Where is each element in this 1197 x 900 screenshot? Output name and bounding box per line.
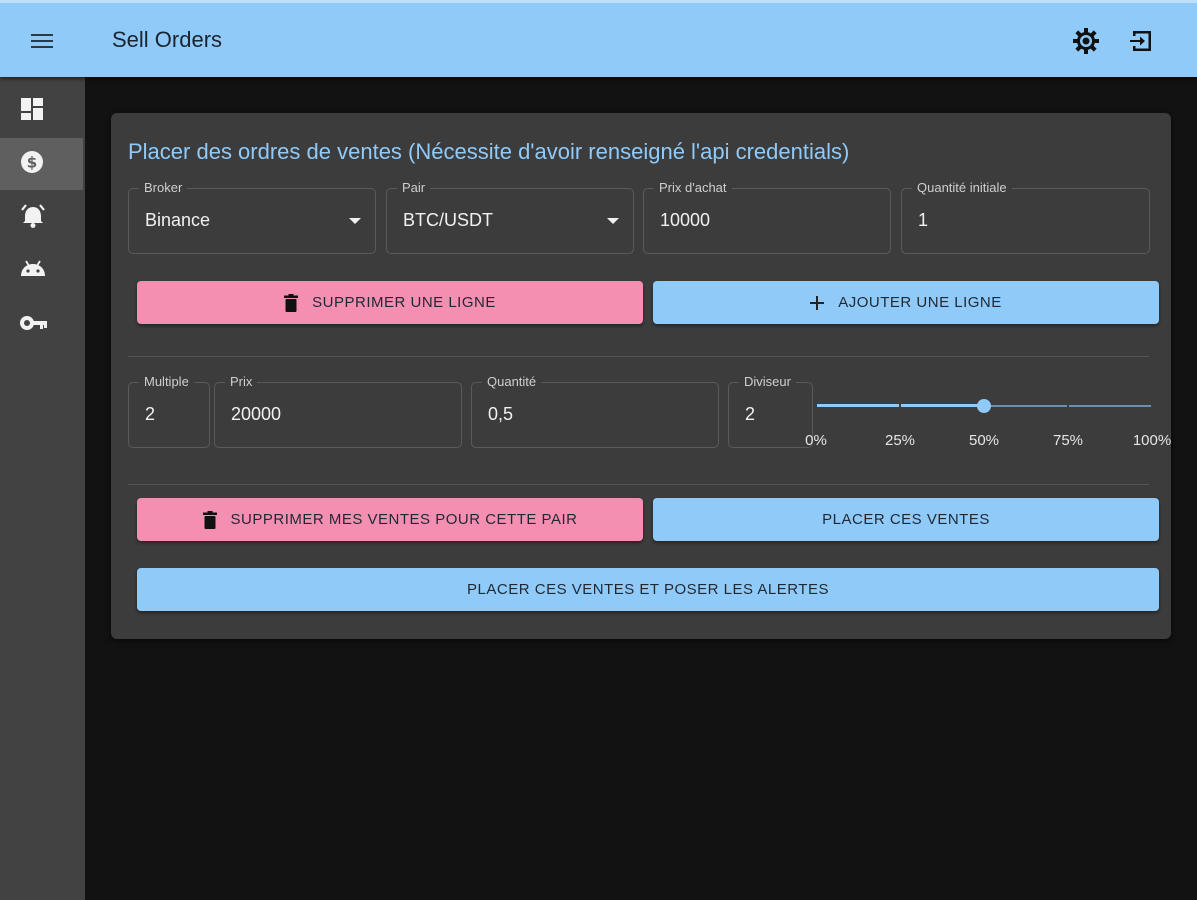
sidebar-item-api-keys[interactable] xyxy=(0,299,83,351)
broker-value: Binance xyxy=(145,210,211,230)
delete-sales-label: SUPPRIMER MES VENTES POUR CETTE PAIR xyxy=(230,511,578,528)
pair-label: Pair xyxy=(397,180,431,195)
price-label: Prix xyxy=(225,374,258,389)
initial-quantity-value: 1 xyxy=(918,210,929,230)
quantity-value: 0,5 xyxy=(488,404,514,424)
slider-mark-label: 0% xyxy=(805,432,827,449)
slider-thumb[interactable] xyxy=(977,399,991,413)
dashboard-icon xyxy=(19,96,45,127)
place-sales-button[interactable]: PLACER CES VENTES xyxy=(653,498,1159,541)
delete-row-label: SUPPRIMER UNE LIGNE xyxy=(312,294,496,311)
gear-icon xyxy=(1072,27,1100,60)
place-sales-and-alerts-button[interactable]: PLACER CES VENTES ET POSER LES ALERTES xyxy=(137,568,1159,611)
sell-orders-card: Placer des ordres de ventes (Nécessite d… xyxy=(111,113,1171,639)
slider-mark-label: 25% xyxy=(884,432,916,449)
menu-button[interactable] xyxy=(22,25,62,61)
trash-icon xyxy=(284,293,299,312)
chevron-down-icon xyxy=(607,218,619,224)
divider xyxy=(128,356,1149,357)
logout-button[interactable] xyxy=(1124,25,1160,61)
trash-icon xyxy=(202,510,217,529)
quantity-input[interactable]: Quantité 0,5 xyxy=(471,374,719,448)
sidebar-item-dashboard[interactable] xyxy=(0,85,83,137)
sidebar-item-alerts[interactable] xyxy=(0,192,83,244)
place-sales-label: PLACER CES VENTES xyxy=(822,511,990,528)
multiple-value: 2 xyxy=(145,404,156,424)
delete-row-button[interactable]: SUPPRIMER UNE LIGNE xyxy=(137,281,643,324)
add-row-button[interactable]: AJOUTER UNE LIGNE xyxy=(653,281,1159,324)
chevron-down-icon xyxy=(349,218,361,224)
slider-mark xyxy=(1151,404,1153,407)
initial-quantity-label: Quantité initiale xyxy=(912,180,1012,195)
key-icon xyxy=(19,313,49,338)
divisor-label: Diviseur xyxy=(739,374,796,389)
delete-sales-button[interactable]: SUPPRIMER MES VENTES POUR CETTE PAIR xyxy=(137,498,643,541)
slider-mark xyxy=(899,404,901,407)
sidebar: $ xyxy=(0,77,85,900)
pair-value: BTC/USDT xyxy=(403,210,493,230)
slider-mark xyxy=(815,404,817,407)
price-value: 20000 xyxy=(231,404,282,424)
divisor-input[interactable]: Diviseur 2 xyxy=(728,374,813,448)
initial-quantity-input[interactable]: Quantité initiale 1 xyxy=(901,180,1150,254)
broker-select[interactable]: Broker Binance xyxy=(128,180,376,254)
buy-price-value: 10000 xyxy=(660,210,711,230)
form-title: Placer des ordres de ventes (Nécessite d… xyxy=(128,139,850,164)
alarm-icon xyxy=(19,202,47,235)
sidebar-item-bot[interactable] xyxy=(0,245,83,297)
sidebar-item-sell-orders[interactable]: $ xyxy=(0,138,83,190)
slider-mark xyxy=(1067,404,1069,407)
multiple-input[interactable]: Multiple 2 xyxy=(128,374,210,448)
add-row-label: AJOUTER UNE LIGNE xyxy=(838,294,1002,311)
settings-button[interactable] xyxy=(1068,25,1104,61)
app-bar: Sell Orders xyxy=(0,0,1197,77)
broker-label: Broker xyxy=(139,180,188,195)
svg-text:$: $ xyxy=(27,153,37,171)
plus-icon xyxy=(810,295,825,310)
slider-mark-label: 75% xyxy=(1052,432,1084,449)
menu-icon xyxy=(30,32,54,55)
place-sales-alerts-label: PLACER CES VENTES ET POSER LES ALERTES xyxy=(467,581,829,598)
divider xyxy=(128,484,1149,485)
dollar-icon: $ xyxy=(19,149,45,180)
logout-icon xyxy=(1129,28,1155,59)
buy-price-input[interactable]: Prix d'achat 10000 xyxy=(643,180,891,254)
divisor-value: 2 xyxy=(745,404,756,424)
slider-mark-label: 100% xyxy=(1132,432,1172,449)
pair-select[interactable]: Pair BTC/USDT xyxy=(386,180,634,254)
buy-price-label: Prix d'achat xyxy=(654,180,732,195)
page-title: Sell Orders xyxy=(112,27,223,52)
multiple-label: Multiple xyxy=(139,374,194,389)
slider-mark-label: 50% xyxy=(968,432,1000,449)
quantity-label: Quantité xyxy=(482,374,542,389)
android-icon xyxy=(19,257,47,286)
price-input[interactable]: Prix 20000 xyxy=(214,374,462,448)
